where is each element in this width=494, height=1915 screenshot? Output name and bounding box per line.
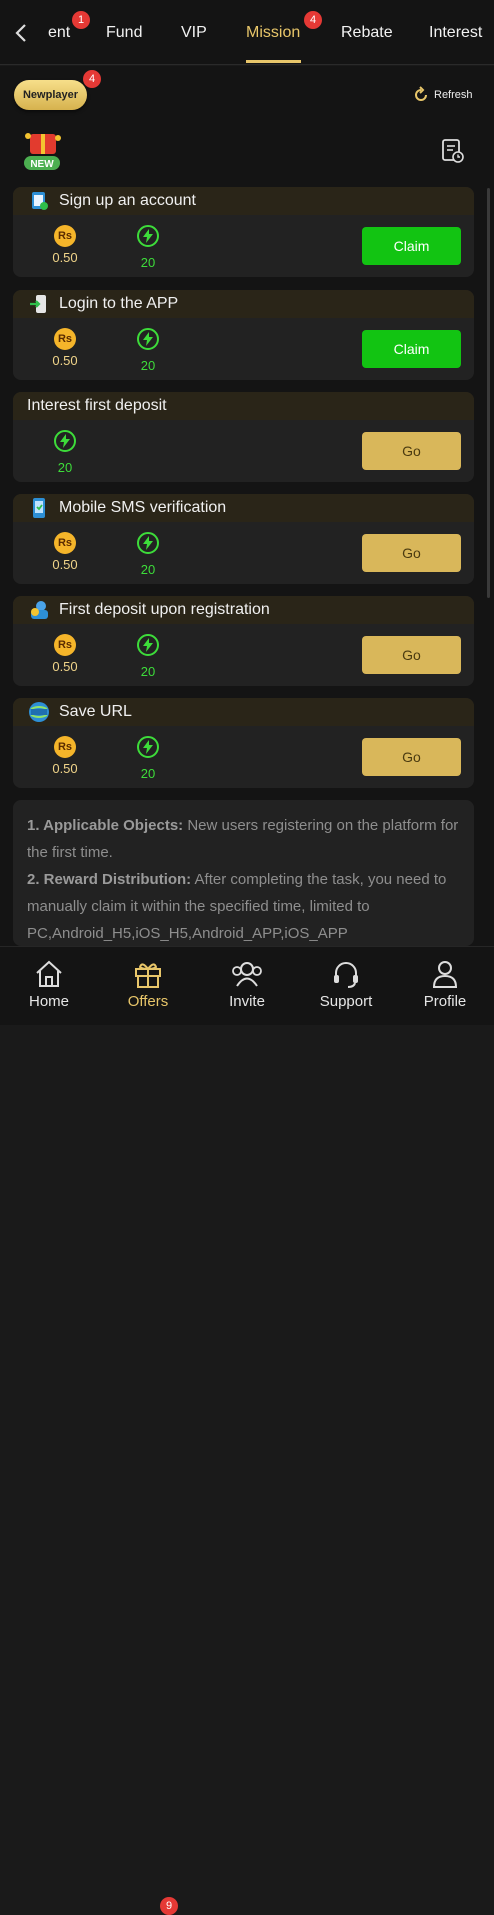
reward-amount: 0.50 [52,557,78,572]
reward-points: 20 [140,664,156,679]
active-tab-indicator [246,60,301,63]
task-card: Interest first deposit 20 Go [13,392,474,482]
lightning-icon [137,532,159,554]
amount-reward: Rs 0.50 [45,736,85,776]
offers-badge: 9 [160,1897,178,1915]
tab-mission-badge: 4 [304,11,322,29]
lightning-icon [137,634,159,656]
refresh-button[interactable]: Refresh [412,86,473,104]
task-card: Login to the APP Rs 0.50 20 Claim [13,290,474,380]
nav-home[interactable]: Home [9,959,89,1010]
bottom-nav: Home Offers 9 Invite Support Profile [0,946,494,1915]
newplayer-badge: 4 [83,70,101,88]
login-app-icon [28,293,50,315]
tab-fund[interactable]: Fund [106,24,142,42]
newplayer-button[interactable]: Newplayer [14,80,87,110]
rupee-coin-icon: Rs [54,532,76,554]
nav-profile-label: Profile [423,993,467,1010]
task-card: First deposit upon registration Rs 0.50 … [13,596,474,686]
tab-mission[interactable]: Mission [246,24,300,42]
claim-button[interactable]: Claim [362,330,461,368]
points-reward: 20 [128,532,168,577]
points-reward: 20 [128,225,168,270]
refresh-label: Refresh [434,89,473,101]
top-tab-bar: ent 1 Fund VIP Mission 4 Rebate Interest [0,0,494,65]
lightning-icon [54,430,76,452]
nav-support[interactable]: Support [306,959,386,1010]
task-title: Mobile SMS verification [59,499,227,516]
nav-offers-label: Offers [127,993,169,1010]
reward-points: 20 [57,460,73,475]
points-reward: 20 [128,634,168,679]
deposit-user-icon [28,599,50,621]
reward-amount: 0.50 [52,761,78,776]
new-gift-icon: NEW [18,128,68,174]
reward-points: 20 [140,358,156,373]
gift-icon [135,963,161,988]
task-title: Save URL [59,703,132,720]
claim-button[interactable]: Claim [362,227,461,265]
task-card: Save URL Rs 0.50 20 Go [13,698,474,788]
reward-amount: 0.50 [52,659,78,674]
scrollbar[interactable] [487,188,490,598]
amount-reward: Rs 0.50 [45,634,85,674]
go-button[interactable]: Go [362,534,461,572]
nav-profile[interactable]: Profile [405,959,485,1010]
task-card: Mobile SMS verification Rs 0.50 20 Go [13,494,474,584]
tab-event-badge: 1 [72,11,90,29]
nav-home-label: Home [28,993,69,1010]
lightning-icon [137,225,159,247]
rupee-coin-icon: Rs [54,634,76,656]
history-icon[interactable] [441,138,465,164]
go-button[interactable]: Go [362,432,461,470]
www-globe-icon [28,701,50,723]
back-icon[interactable] [10,20,32,46]
tab-event[interactable]: ent [48,24,70,42]
amount-reward: Rs 0.50 [45,328,85,368]
home-icon [36,960,62,987]
points-reward: 20 [45,430,85,475]
amount-reward: Rs 0.50 [45,225,85,265]
tab-vip[interactable]: VIP [181,24,207,42]
points-reward: 20 [128,736,168,781]
amount-reward: Rs 0.50 [45,532,85,572]
nav-invite[interactable]: Invite [207,959,287,1010]
nav-invite-label: Invite [229,993,265,1010]
profile-icon [432,961,458,988]
task-title: Interest first deposit [27,397,167,414]
points-reward: 20 [128,328,168,373]
go-button[interactable]: Go [362,738,461,776]
clipboard-icon [28,190,50,212]
rule-item-2: 2. Reward Distribution: After completing… [27,871,447,942]
invite-icon [232,962,262,987]
nav-support-label: Support [319,993,373,1010]
tab-rebate[interactable]: Rebate [341,24,393,42]
reward-amount: 0.50 [52,250,78,265]
task-title: Login to the APP [59,295,179,312]
new-label: NEW [30,159,54,170]
tab-interest[interactable]: Interest [429,24,482,42]
reward-amount: 0.50 [52,353,78,368]
lightning-icon [137,328,159,350]
rules-panel: 1. Applicable Objects: New users registe… [13,800,474,946]
lightning-icon [137,736,159,758]
reward-points: 20 [140,766,156,781]
nav-offers[interactable]: Offers [108,959,188,1010]
mobile-sms-icon [28,497,50,519]
headset-icon [334,962,358,988]
reward-points: 20 [140,562,156,577]
task-title: Sign up an account [59,192,196,209]
refresh-icon [415,86,427,101]
rupee-coin-icon: Rs [54,328,76,350]
rupee-coin-icon: Rs [54,736,76,758]
rule-item-1: 1. Applicable Objects: New users registe… [27,817,459,861]
task-card: Sign up an account Rs 0.50 20 Claim [13,187,474,277]
reward-points: 20 [140,255,156,270]
rupee-coin-icon: Rs [54,225,76,247]
go-button[interactable]: Go [362,636,461,674]
task-title: First deposit upon registration [59,601,270,618]
